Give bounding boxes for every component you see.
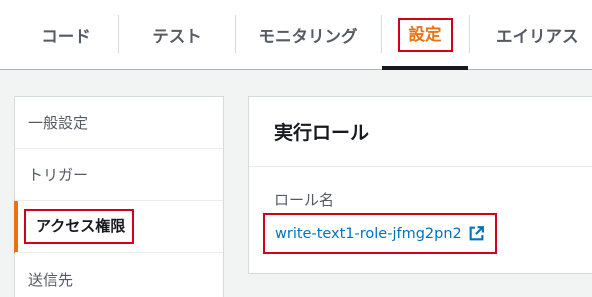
side-nav-item-permissions[interactable]: アクセス権限 [15, 201, 223, 253]
tab-monitoring[interactable]: モニタリング [236, 0, 380, 70]
tab-aliases-label: エイリアス [496, 27, 579, 46]
role-name-label: ロール名 [274, 191, 335, 209]
side-nav-item-general-settings[interactable]: 一般設定 [15, 97, 223, 149]
external-link-icon[interactable] [468, 225, 485, 242]
panel-header: 実行ロール [249, 97, 592, 167]
role-name-link-container: write-text1-role-jfmg2pn2 [263, 213, 497, 254]
side-nav-item-label: 一般設定 [28, 114, 89, 132]
panel-title: 実行ロール [274, 122, 370, 144]
side-nav-item-label: アクセス権限 [24, 209, 135, 244]
tab-monitoring-label: モニタリング [258, 27, 358, 46]
execution-role-panel: 実行ロール ロール名 write-text1-role-jfmg2pn2 [248, 96, 592, 274]
settings-side-nav: 一般設定 トリガー アクセス権限 送信先 [14, 96, 224, 297]
tab-code-label: コード [41, 27, 91, 46]
side-nav-item-destinations[interactable]: 送信先 [15, 253, 223, 297]
tab-bar: コード テスト モニタリング 設定 エイリアス [0, 0, 592, 70]
tab-test[interactable]: テスト [119, 0, 235, 70]
tab-settings[interactable]: 設定 [382, 0, 468, 70]
tab-settings-label: 設定 [397, 18, 453, 52]
active-tab-indicator [382, 66, 468, 70]
tab-code[interactable]: コード [14, 0, 118, 70]
role-name-link[interactable]: write-text1-role-jfmg2pn2 [275, 226, 462, 242]
side-nav-item-triggers[interactable]: トリガー [15, 149, 223, 201]
tab-test-label: テスト [152, 27, 202, 46]
side-nav-item-label: トリガー [28, 166, 89, 184]
lambda-settings-view: コード テスト モニタリング 設定 エイリアス 一般設定 トリガー アクセス権限 [0, 0, 592, 297]
side-nav-item-label: 送信先 [28, 270, 74, 289]
tab-aliases[interactable]: エイリアス [470, 0, 592, 70]
